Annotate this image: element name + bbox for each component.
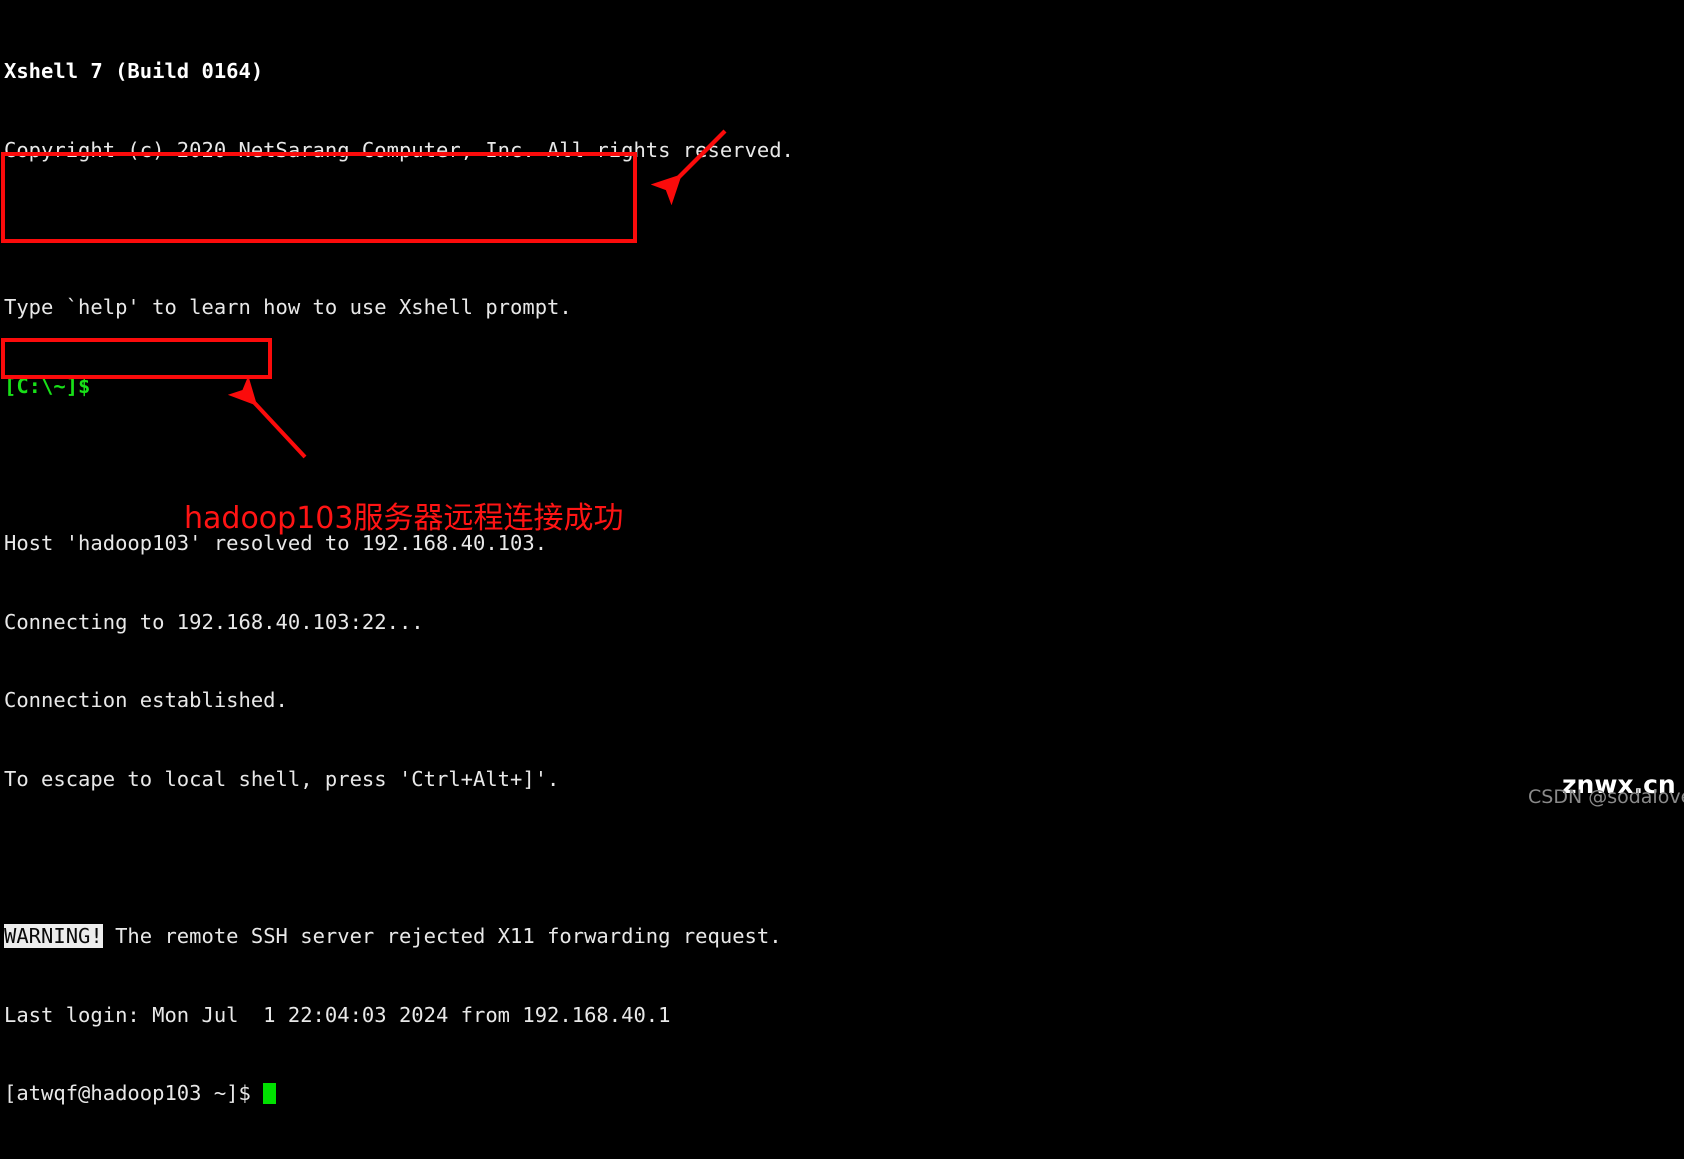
xshell-terminal-window[interactable]: Xshell 7 (Build 0164) Copyright (c) 2020…	[0, 0, 1684, 1105]
terminal-line-shell-prompt[interactable]: [atwqf@hadoop103 ~]$	[4, 1080, 1674, 1106]
terminal-line-last-login: Last login: Mon Jul 1 22:04:03 2024 from…	[4, 1002, 671, 1027]
pointer-arrow-bottom-icon	[227, 375, 307, 459]
terminal-line-connecting: Connecting to 192.168.40.103:22...	[4, 609, 424, 634]
terminal-line-blank-3	[4, 844, 1674, 870]
terminal-line-title: Xshell 7 (Build 0164)	[4, 59, 264, 84]
terminal-line-help-hint: Type `help' to learn how to use Xshell p…	[4, 295, 572, 320]
terminal-line-connection-established: Connection established.	[4, 688, 288, 713]
terminal-output[interactable]: Xshell 7 (Build 0164) Copyright (c) 2020…	[4, 6, 1674, 1159]
warning-message: The remote SSH server rejected X11 forwa…	[102, 923, 782, 948]
terminal-line-escape-hint: To escape to local shell, press 'Ctrl+Al…	[4, 766, 560, 791]
terminal-cursor	[263, 1083, 277, 1105]
terminal-line-blank-1	[4, 216, 1674, 242]
terminal-line-copyright: Copyright (c) 2020 NetSarang Computer, I…	[4, 138, 794, 162]
terminal-line-warning: WARNING! The remote SSH server rejected …	[4, 923, 1674, 949]
pointer-arrow-top-icon	[650, 129, 727, 206]
watermark-credit: CSDN @sodaloveer	[1528, 786, 1684, 808]
annotation-caption: hadoop103服务器远程连接成功	[184, 501, 624, 536]
shell-prompt-text: [atwqf@hadoop103 ~]$	[4, 1081, 264, 1106]
warning-badge: WARNING!	[4, 923, 103, 948]
